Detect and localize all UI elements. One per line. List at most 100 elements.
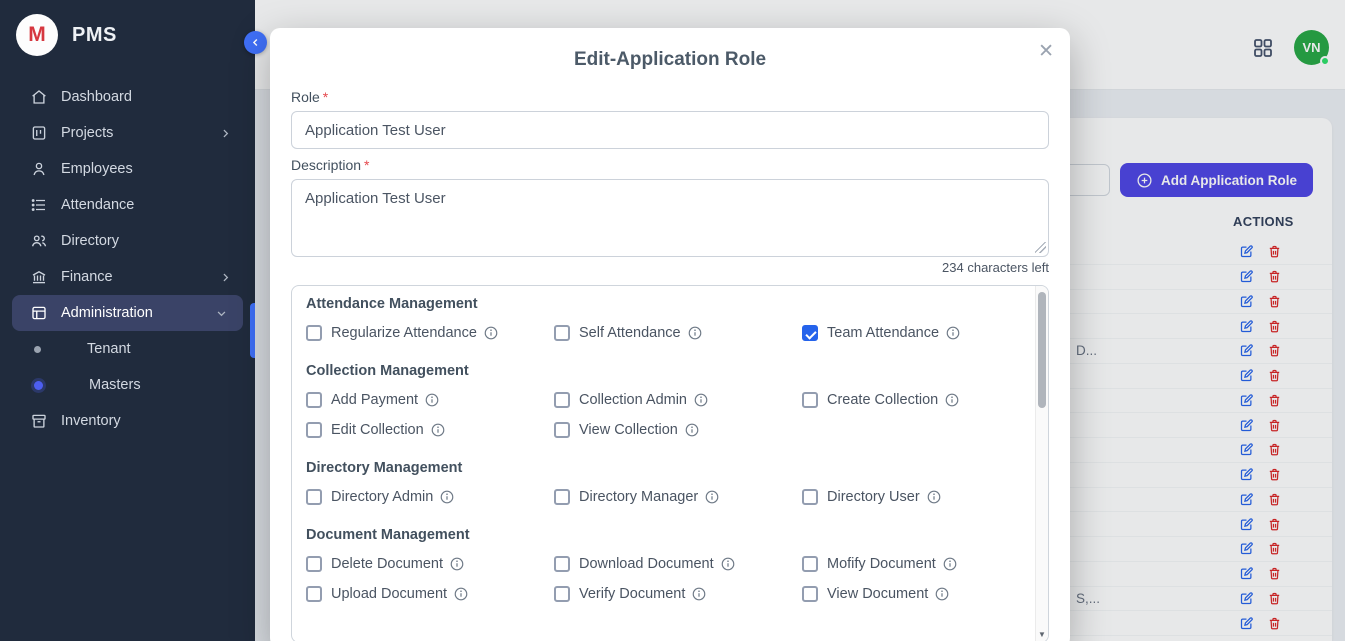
modal-title: Edit-Application Role — [291, 49, 1049, 71]
checkbox-team-attendance[interactable] — [802, 325, 818, 341]
checkbox-create-collection[interactable] — [802, 392, 818, 408]
info-icon[interactable] — [685, 423, 699, 437]
info-icon[interactable] — [705, 490, 719, 504]
sidebar-item-projects[interactable]: Projects — [0, 115, 255, 151]
checkbox-edit-collection[interactable] — [306, 422, 322, 438]
scroll-down-arrow[interactable]: ▼ — [1036, 628, 1048, 640]
info-icon[interactable] — [484, 326, 498, 340]
info-icon[interactable] — [450, 557, 464, 571]
info-icon[interactable] — [945, 393, 959, 407]
permission-group-title: Document Management — [306, 527, 1035, 543]
permission-verify-document: Verify Document — [554, 579, 802, 609]
permission-edit-collection: Edit Collection — [306, 415, 554, 445]
permission-create-collection: Create Collection — [802, 385, 1035, 415]
checkbox-directory-admin[interactable] — [306, 489, 322, 505]
permission-directory-user: Directory User — [802, 482, 1035, 512]
projects-icon — [30, 124, 48, 142]
close-icon[interactable]: ✕ — [1038, 40, 1054, 63]
permission-download-document: Download Document — [554, 549, 802, 579]
info-icon[interactable] — [440, 490, 454, 504]
sidebar-item-label: Projects — [61, 125, 113, 141]
description-label: Description* — [291, 157, 1049, 173]
bullet-icon — [34, 381, 43, 390]
permission-group-attendance-management: Attendance Management Regularize Attendan… — [306, 296, 1035, 348]
permission-team-attendance: Team Attendance — [802, 318, 1035, 348]
sidebar-item-finance[interactable]: Finance — [0, 259, 255, 295]
role-input[interactable] — [291, 111, 1049, 149]
sidebar-item-employees[interactable]: Employees — [0, 151, 255, 187]
sidebar-item-label: Employees — [61, 161, 133, 177]
permission-group-directory-management: Directory ManagementDirectory AdminDirec… — [306, 460, 1035, 512]
char-counter: 234 characters left — [291, 260, 1049, 275]
scrollbar[interactable]: ▼ — [1035, 286, 1048, 641]
permission-label: Self Attendance — [579, 325, 681, 341]
permission-label: Directory User — [827, 489, 920, 505]
checkbox-mofify-document[interactable] — [802, 556, 818, 572]
sidebar-item-directory[interactable]: Directory — [0, 223, 255, 259]
permission-group-title: Attendance Management — [306, 296, 1035, 312]
info-icon[interactable] — [431, 423, 445, 437]
checkbox-directory-manager[interactable] — [554, 489, 570, 505]
info-icon[interactable] — [721, 557, 735, 571]
checkbox-download-document[interactable] — [554, 556, 570, 572]
brand-name: PMS — [72, 24, 117, 47]
sidebar-collapse-button[interactable] — [244, 31, 267, 54]
sidebar-item-label: Inventory — [61, 413, 121, 429]
sidebar-item-administration[interactable]: Administration — [12, 295, 243, 331]
permission-label: Delete Document — [331, 556, 443, 572]
permission-collection-admin: Collection Admin — [554, 385, 802, 415]
sidebar-item-dashboard[interactable]: Dashboard — [0, 79, 255, 115]
info-icon[interactable] — [425, 393, 439, 407]
sidebar: M PMS Dashboard Projects Employees Attendan… — [0, 0, 255, 641]
sidebar-item-label: Administration — [61, 305, 153, 321]
sidebar-item-label: Dashboard — [61, 89, 132, 105]
checkbox-regularize-attendance[interactable] — [306, 325, 322, 341]
permission-delete-document: Delete Document — [306, 549, 554, 579]
permission-add-payment: Add Payment — [306, 385, 554, 415]
permission-label: View Collection — [579, 422, 678, 438]
checkbox-directory-user[interactable] — [802, 489, 818, 505]
pms-logo: M — [16, 14, 58, 56]
permission-label: Upload Document — [331, 586, 447, 602]
sidebar-nav: Dashboard Projects Employees Attendance Dire… — [0, 79, 255, 439]
sidebar-item-label: Attendance — [61, 197, 134, 213]
brand: M PMS — [0, 0, 255, 70]
checkbox-add-payment[interactable] — [306, 392, 322, 408]
checkbox-delete-document[interactable] — [306, 556, 322, 572]
required-asterisk: * — [323, 89, 328, 105]
description-textarea[interactable]: Application Test User — [291, 179, 1049, 257]
checkbox-collection-admin[interactable] — [554, 392, 570, 408]
permission-label: Verify Document — [579, 586, 685, 602]
info-icon[interactable] — [454, 587, 468, 601]
checkbox-self-attendance[interactable] — [554, 325, 570, 341]
info-icon[interactable] — [935, 587, 949, 601]
permission-grid: Regularize Attendance Self Attendance Team… — [306, 318, 1035, 348]
permission-grid: Add Payment Collection Admin Create Collec… — [306, 385, 1035, 445]
info-icon[interactable] — [927, 490, 941, 504]
permission-regularize-attendance: Regularize Attendance — [306, 318, 554, 348]
checkbox-view-collection[interactable] — [554, 422, 570, 438]
permission-group-collection-management: Collection ManagementAdd PaymentCollecti… — [306, 363, 1035, 445]
sidebar-item-masters[interactable]: Masters — [0, 367, 255, 403]
info-icon[interactable] — [943, 557, 957, 571]
permission-label: Add Payment — [331, 392, 418, 408]
chevron-down-icon — [214, 306, 229, 321]
info-icon[interactable] — [688, 326, 702, 340]
checkbox-upload-document[interactable] — [306, 586, 322, 602]
info-icon[interactable] — [694, 393, 708, 407]
permission-mofify-document: Mofify Document — [802, 549, 1035, 579]
permission-label: Collection Admin — [579, 392, 687, 408]
sidebar-item-attendance[interactable]: Attendance — [0, 187, 255, 223]
scrollbar-thumb[interactable] — [1038, 292, 1046, 408]
info-icon[interactable] — [692, 587, 706, 601]
sidebar-item-label: Directory — [61, 233, 119, 249]
textarea-resize-handle[interactable] — [1035, 242, 1046, 253]
sidebar-item-tenant[interactable]: Tenant — [0, 331, 255, 367]
checkbox-verify-document[interactable] — [554, 586, 570, 602]
description-field: Application Test User — [291, 179, 1049, 257]
checkbox-view-document[interactable] — [802, 586, 818, 602]
permission-upload-document: Upload Document — [306, 579, 554, 609]
sidebar-item-inventory[interactable]: Inventory — [0, 403, 255, 439]
info-icon[interactable] — [946, 326, 960, 340]
attendance-icon — [30, 196, 48, 214]
